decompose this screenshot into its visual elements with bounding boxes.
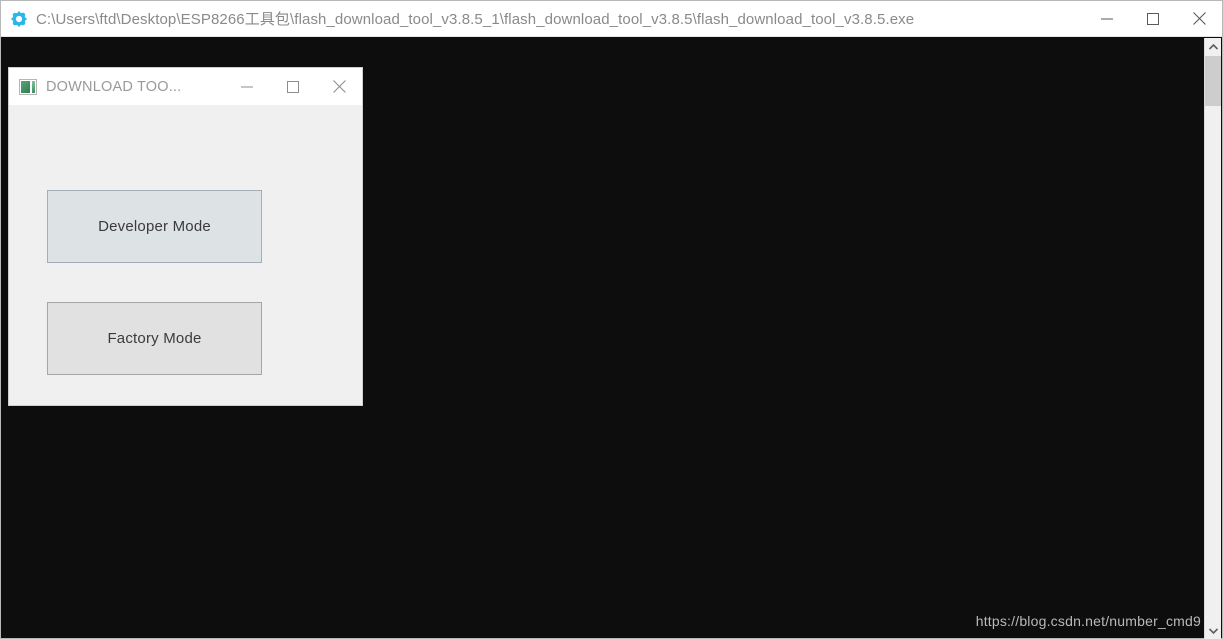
chevron-down-icon[interactable] <box>1205 622 1221 639</box>
dialog-window-controls <box>224 68 362 105</box>
console-maximize-button[interactable] <box>1130 1 1176 37</box>
console-title: C:\Users\ftd\Desktop\ESP8266工具包\flash_do… <box>36 11 915 28</box>
dialog-titlebar[interactable]: DOWNLOAD TOO... <box>9 68 362 106</box>
factory-mode-button[interactable]: Factory Mode <box>47 302 262 375</box>
download-tool-icon <box>19 78 37 95</box>
dialog-minimize-button[interactable] <box>224 68 270 105</box>
console-minimize-button[interactable] <box>1084 1 1130 37</box>
gear-icon <box>8 8 30 30</box>
chevron-up-icon[interactable] <box>1205 38 1221 55</box>
console-vertical-scrollbar[interactable] <box>1204 38 1221 639</box>
scrollbar-thumb[interactable] <box>1205 56 1221 106</box>
console-titlebar[interactable]: C:\Users\ftd\Desktop\ESP8266工具包\flash_do… <box>1 1 1222 37</box>
screen: C:\Users\ftd\Desktop\ESP8266工具包\flash_do… <box>0 0 1223 639</box>
dialog-title: DOWNLOAD TOO... <box>46 78 182 95</box>
dialog-close-button[interactable] <box>316 68 362 105</box>
console-window-controls <box>1084 1 1222 37</box>
download-tool-dialog: DOWNLOAD TOO... Developer Mode Factory M… <box>8 67 363 406</box>
watermark-text: https://blog.csdn.net/number_cmd9 <box>975 613 1201 629</box>
dialog-body: Developer Mode Factory Mode <box>9 105 362 405</box>
developer-mode-button[interactable]: Developer Mode <box>47 190 262 263</box>
dialog-maximize-button[interactable] <box>270 68 316 105</box>
console-close-button[interactable] <box>1176 1 1222 37</box>
